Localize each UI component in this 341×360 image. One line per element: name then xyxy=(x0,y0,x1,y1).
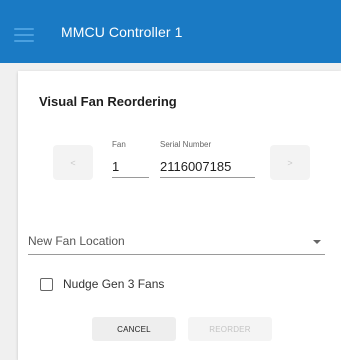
checkbox-icon[interactable] xyxy=(40,277,53,291)
new-fan-location-placeholder: New Fan Location xyxy=(28,234,125,248)
fan-label: Fan xyxy=(112,140,126,149)
previous-fan-button[interactable]: < xyxy=(53,145,93,180)
cancel-button[interactable]: CANCEL xyxy=(92,317,176,341)
card-title: Visual Fan Reordering xyxy=(39,94,177,109)
caret-down-icon xyxy=(313,240,321,244)
reorder-card: Visual Fan Reordering < Fan 1 Serial Num… xyxy=(18,71,341,360)
fan-number-field[interactable]: 1 xyxy=(112,159,149,178)
serial-number-label: Serial Number xyxy=(160,140,212,149)
hamburger-menu-icon[interactable] xyxy=(14,28,34,42)
next-fan-button[interactable]: > xyxy=(270,145,310,180)
new-fan-location-select[interactable]: New Fan Location xyxy=(28,225,325,255)
serial-number-field[interactable]: 2116007185 xyxy=(160,159,255,178)
app-title: MMCU Controller 1 xyxy=(61,23,183,40)
nudge-gen3-label: Nudge Gen 3 Fans xyxy=(63,277,165,291)
reorder-button[interactable]: REORDER xyxy=(188,317,272,341)
nudge-gen3-checkbox-row[interactable]: Nudge Gen 3 Fans xyxy=(40,275,164,293)
app-bar: MMCU Controller 1 xyxy=(0,0,341,63)
